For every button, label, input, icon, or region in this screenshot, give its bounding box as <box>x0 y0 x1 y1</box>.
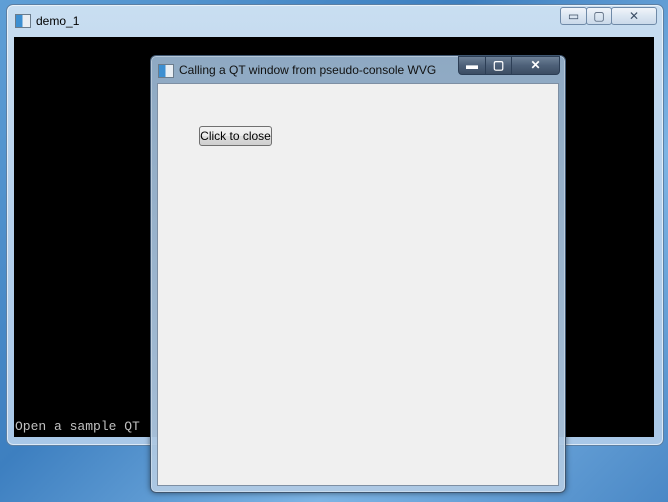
qt-window-title: Calling a QT window from pseudo-console … <box>179 63 437 77</box>
console-window-titlebar[interactable]: demo_1 ▭ ▢ ✕ <box>7 5 663 35</box>
qt-window-caption-buttons: ▬ ▢ ✕ <box>458 56 560 75</box>
app-window-icon[interactable] <box>158 64 174 78</box>
qt-window-client-area: Click to close <box>157 83 559 486</box>
console-window-caption-buttons: ▭ ▢ ✕ <box>560 7 657 27</box>
maximize-button[interactable]: ▢ <box>485 56 512 75</box>
console-output-text: Open a sample QT <box>15 419 140 434</box>
click-to-close-button[interactable]: Click to close <box>199 126 272 146</box>
maximize-button[interactable]: ▢ <box>586 7 612 25</box>
close-button[interactable]: ✕ <box>511 56 560 75</box>
app-window-icon[interactable] <box>15 14 31 28</box>
qt-window: Calling a QT window from pseudo-console … <box>150 55 566 493</box>
close-button[interactable]: ✕ <box>611 7 657 25</box>
qt-window-titlebar[interactable]: Calling a QT window from pseudo-console … <box>151 56 565 82</box>
minimize-button[interactable]: ▬ <box>458 56 486 75</box>
console-window-title: demo_1 <box>36 14 80 28</box>
minimize-button[interactable]: ▭ <box>560 7 587 25</box>
